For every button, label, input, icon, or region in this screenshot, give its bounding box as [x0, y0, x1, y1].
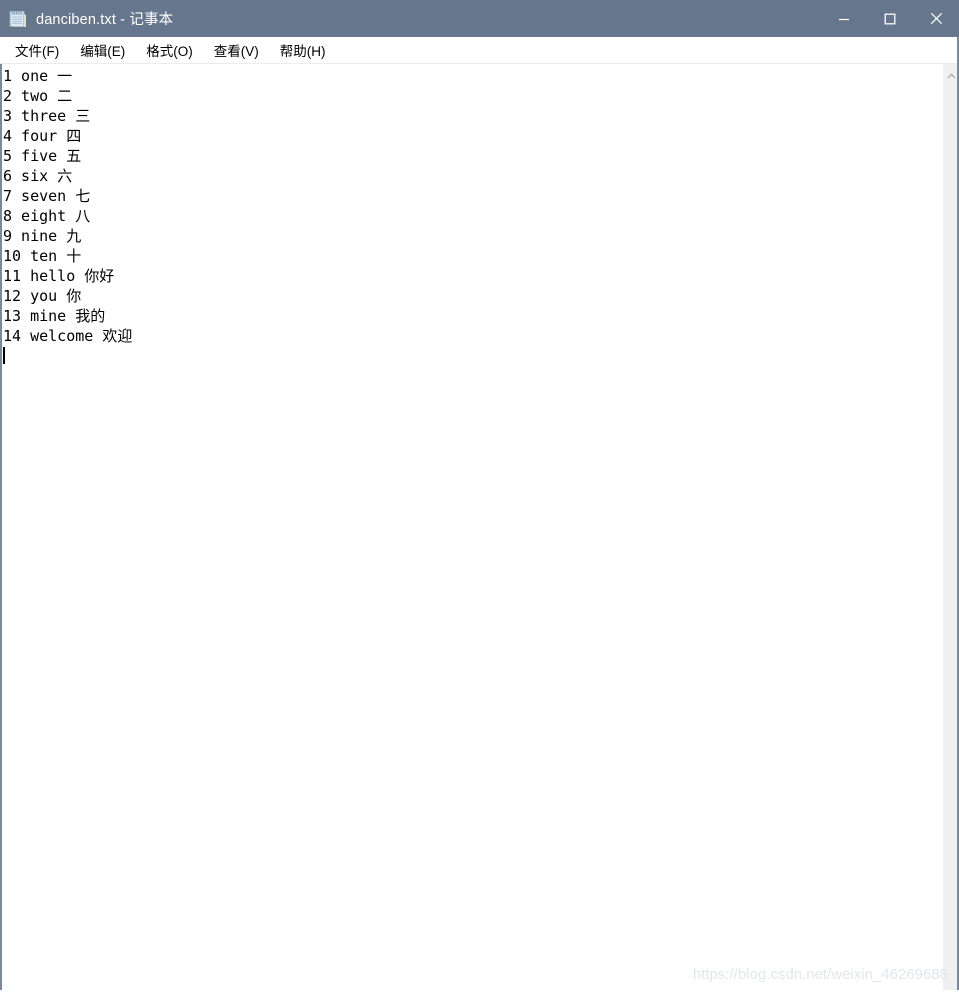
- text-line: 2 two 二: [3, 87, 73, 105]
- titlebar[interactable]: danciben.txt - 记事本: [0, 0, 959, 37]
- text-editor[interactable]: 1 one 一 2 two 二 3 three 三 4 four 四 5 five 五 6…: [2, 64, 942, 992]
- close-button[interactable]: [913, 0, 959, 37]
- notepad-window: danciben.txt - 记事本 文件(F) 编辑(E) 格式(O) 查看(…: [0, 0, 959, 992]
- text-line: 12 you 你: [3, 287, 82, 305]
- text-line: 11 hello 你好: [3, 267, 115, 285]
- text-line: 10 ten 十: [3, 247, 82, 265]
- text-line: 8 eight 八: [3, 207, 91, 225]
- notepad-icon: [9, 10, 26, 27]
- minimize-icon: [839, 18, 849, 20]
- menu-item-view[interactable]: 查看(V): [207, 38, 266, 63]
- menubar: 文件(F) 编辑(E) 格式(O) 查看(V) 帮助(H): [0, 37, 959, 64]
- document-text[interactable]: 1 one 一 2 two 二 3 three 三 4 four 四 5 five 五 6…: [3, 64, 942, 366]
- menu-item-file[interactable]: 文件(F): [8, 38, 66, 63]
- text-line: 13 mine 我的: [3, 307, 106, 325]
- text-line: 6 six 六: [3, 167, 73, 185]
- editor-area: 1 one 一 2 two 二 3 three 三 4 four 四 5 five 五 6…: [0, 64, 959, 992]
- menu-item-format[interactable]: 格式(O): [139, 38, 200, 63]
- maximize-button[interactable]: [867, 0, 913, 37]
- window-controls: [821, 0, 959, 37]
- chevron-up-icon: [946, 72, 956, 79]
- text-line: 3 three 三: [3, 107, 91, 125]
- text-line: 1 one 一: [3, 67, 73, 85]
- menu-item-help[interactable]: 帮助(H): [273, 38, 333, 63]
- window-title: danciben.txt - 记事本: [36, 12, 174, 28]
- text-line: 14 welcome 欢迎: [3, 327, 133, 345]
- text-line: 5 five 五: [3, 147, 82, 165]
- text-line: 7 seven 七: [3, 187, 91, 205]
- maximize-icon: [884, 13, 896, 24]
- menu-item-edit[interactable]: 编辑(E): [73, 38, 132, 63]
- text-line: 4 four 四: [3, 127, 82, 145]
- text-caret: [3, 347, 5, 364]
- close-icon: [930, 12, 942, 25]
- minimize-button[interactable]: [821, 0, 867, 37]
- text-line: 9 nine 九: [3, 227, 82, 245]
- caret-line: [3, 346, 942, 366]
